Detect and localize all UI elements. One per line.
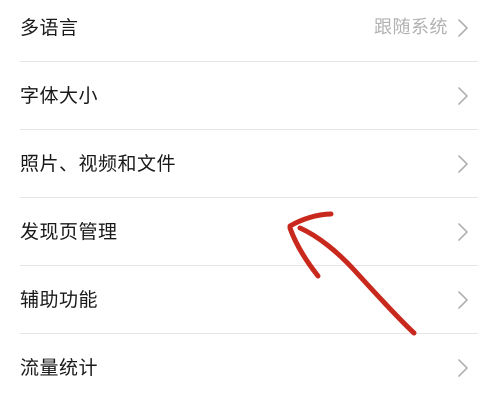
- chevron-right-icon: [458, 155, 468, 173]
- chevron-right-icon: [458, 359, 468, 377]
- settings-item-data-usage[interactable]: 流量统计: [0, 334, 478, 402]
- settings-item-media-files[interactable]: 照片、视频和文件: [0, 130, 478, 198]
- chevron-right-icon: [458, 87, 468, 105]
- settings-item-label: 照片、视频和文件: [20, 153, 177, 175]
- settings-list: 多语言 跟随系统 字体大小 照片、视频和文件 发现页管理 辅助功能 流量统计: [0, 0, 478, 402]
- settings-item-label: 字体大小: [20, 85, 99, 107]
- settings-item-accessibility[interactable]: 辅助功能: [0, 266, 478, 334]
- settings-item-value: 跟随系统: [374, 17, 448, 38]
- settings-item-language[interactable]: 多语言 跟随系统: [0, 0, 478, 62]
- chevron-right-icon: [458, 19, 468, 37]
- settings-item-label: 辅助功能: [20, 289, 99, 311]
- settings-item-label: 发现页管理: [20, 221, 118, 243]
- settings-item-discover-management[interactable]: 发现页管理: [0, 198, 478, 266]
- settings-item-label: 流量统计: [20, 357, 99, 379]
- chevron-right-icon: [458, 223, 468, 241]
- chevron-right-icon: [458, 291, 468, 309]
- settings-item-label: 多语言: [20, 17, 79, 39]
- settings-item-font-size[interactable]: 字体大小: [0, 62, 478, 130]
